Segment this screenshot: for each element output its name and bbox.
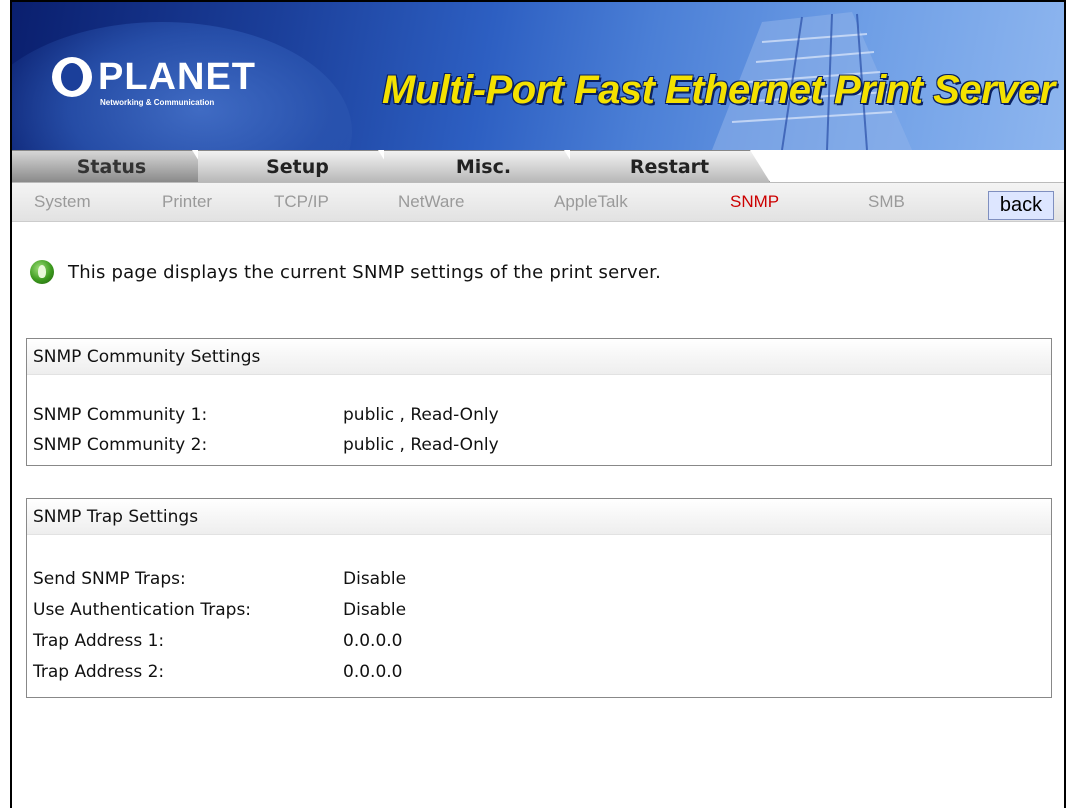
header-banner: PLANET Networking & Communication Multi-… (12, 2, 1064, 150)
back-button[interactable]: back (988, 191, 1054, 220)
community-settings-panel: SNMP Community Settings SNMP Community 1… (26, 338, 1052, 466)
row-value: 0.0.0.0 (343, 662, 403, 682)
row-label: SNMP Community 2: (33, 435, 208, 455)
subnav-printer[interactable]: Printer (162, 192, 212, 212)
community-row-2: SNMP Community 2: public , Read-Only (33, 435, 499, 455)
trap-row-1: Send SNMP Traps: Disable (33, 569, 406, 589)
trap-row-3: Trap Address 1: 0.0.0.0 (33, 631, 402, 651)
row-value: Disable (343, 600, 407, 620)
brand-name: PLANET (98, 56, 256, 98)
tab-status[interactable]: Status (12, 150, 212, 182)
community-row-1: SNMP Community 1: public , Read-Only (33, 405, 499, 425)
tab-setup[interactable]: Setup (198, 150, 398, 182)
row-value: 0.0.0.0 (343, 631, 403, 651)
sub-nav: System Printer TCP/IP NetWare AppleTalk … (12, 182, 1064, 222)
trap-settings-panel: SNMP Trap Settings Send SNMP Traps: Disab… (26, 498, 1052, 698)
info-icon (30, 260, 54, 284)
tab-restart[interactable]: Restart (570, 150, 770, 182)
planet-logo-icon (52, 57, 92, 97)
subnav-system[interactable]: System (34, 192, 91, 212)
row-label: Use Authentication Traps: (33, 600, 252, 620)
subnav-tcpip[interactable]: TCP/IP (274, 192, 329, 212)
trap-row-4: Trap Address 2: 0.0.0.0 (33, 662, 402, 682)
tab-misc[interactable]: Misc. (384, 150, 584, 182)
row-value: public , Read-Only (343, 435, 499, 455)
subnav-snmp[interactable]: SNMP (730, 192, 779, 212)
description-text: This page displays the current SNMP sett… (68, 261, 662, 283)
planet-logo: PLANET Networking & Communication (52, 54, 256, 107)
subnav-appletalk[interactable]: AppleTalk (554, 192, 628, 212)
row-label: Trap Address 2: (33, 662, 165, 682)
row-value: Disable (343, 569, 407, 589)
panel-title: SNMP Trap Settings (27, 499, 1051, 535)
row-label: Trap Address 1: (33, 631, 165, 651)
panel-title: SNMP Community Settings (27, 339, 1051, 375)
row-value: public , Read-Only (343, 405, 499, 425)
brand-tagline: Networking & Communication (100, 98, 215, 107)
page-frame: PLANET Networking & Communication Multi-… (10, 0, 1066, 808)
product-title: Multi-Port Fast Ethernet Print Server (382, 68, 1055, 112)
row-label: SNMP Community 1: (33, 405, 208, 425)
row-label: Send SNMP Traps: (33, 569, 186, 589)
subnav-smb[interactable]: SMB (868, 192, 905, 212)
main-tabs: Status Setup Misc. Restart (12, 150, 1064, 182)
page-description: This page displays the current SNMP sett… (30, 260, 661, 284)
trap-row-2: Use Authentication Traps: Disable (33, 600, 406, 620)
subnav-netware[interactable]: NetWare (398, 192, 464, 212)
